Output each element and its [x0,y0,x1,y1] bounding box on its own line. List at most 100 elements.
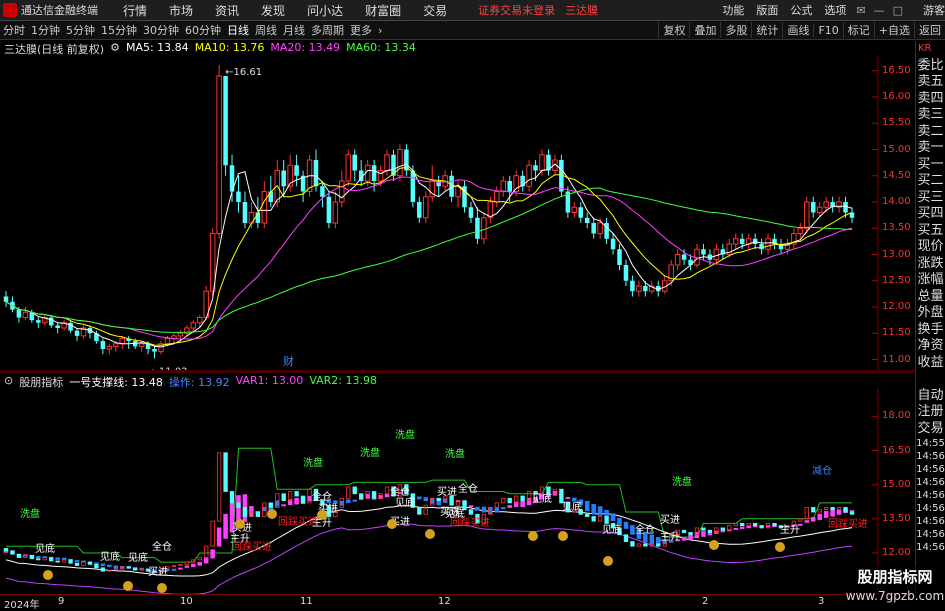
period-more[interactable]: 更多 [347,22,375,38]
sidebar-tab-kr[interactable]: KR [916,41,945,58]
sidebar-item: 买三 [917,189,944,205]
sub-candle [507,497,512,504]
tool-mark[interactable]: 标记 [842,22,874,38]
tool-back[interactable]: 返回 [914,22,945,38]
menu-item-trade[interactable]: 交易 [423,2,447,19]
signal-label: 洗盘 [395,428,415,441]
price-tick-label: 16.00 [882,91,911,102]
candlestick-chart[interactable]: ←16.61 ←11.02 财 [0,55,882,370]
signal-label: 买进 [440,506,460,518]
sidebar-item: 买一 [917,156,944,172]
tool-multi-stock[interactable]: 多股 [720,22,751,38]
sub-candle [585,513,590,517]
sub-candle [843,507,848,513]
operate-bar [701,531,706,537]
minimize-icon[interactable]: — [874,4,885,17]
signal-label: 回踩买进 [232,541,272,553]
money-bag-icon [528,531,538,541]
sub-candle [126,566,131,569]
sub-candle [468,509,474,515]
operate-bar [817,513,822,520]
sidebar-item: 买二 [917,173,944,188]
signal-label: 洗盘 [360,446,380,459]
operate-bar [481,506,487,513]
sub-candle [74,562,80,566]
indicator-chart[interactable]: 洗盘洗盘洗盘洗盘洗盘洗盘减仓见底见底 见底见底见底见底见底见底 全仓全仓全仓全仓 全仓… [0,389,882,594]
operate-bar [171,568,177,571]
menu-item-function[interactable]: 功能 [722,2,744,18]
finance-marker[interactable]: 财 [283,354,294,368]
candle [216,64,222,239]
candle [804,196,810,234]
ma60-label: MA60: 13.34 [346,41,416,54]
period-15min[interactable]: 15分钟 [98,22,140,38]
sidebar-item: 卖一 [917,140,944,155]
message-icon[interactable]: ✉ [856,4,865,17]
current-stock-name: 三达膜 [565,4,599,17]
tool-draw[interactable]: 画线 [782,22,813,38]
sidebar-item: 总量 [917,288,944,304]
login-warning[interactable]: 证券交易未登录 [478,2,555,18]
sub-candle [49,557,54,562]
signal-label: 洗盘 [20,507,40,520]
sidebar-item: 买五 [917,222,944,238]
signal-label: 全仓 [152,540,172,553]
sub-candle [281,493,286,502]
tool-add-watchlist[interactable]: +自选 [873,22,914,38]
sub-candle [688,532,693,536]
operate-bar [423,497,429,502]
menu-item-market[interactable]: 市场 [169,2,193,19]
menu-item-quotes[interactable]: 行情 [123,2,147,19]
period-monthly[interactable]: 月线 [280,22,308,38]
ma10-label: MA10: 13.76 [194,41,265,54]
sidebar-item: 涨幅 [917,272,944,287]
operate-bar [830,509,835,517]
chevron-right-icon[interactable]: › [375,24,385,37]
price-tick-label: 14.00 [882,196,911,207]
menu-item-wealth[interactable]: 财富圈 [365,2,401,19]
signal-label: 洗盘 [303,456,323,469]
sub-candle [87,561,93,565]
var1-label: VAR1: 13.00 [235,374,304,387]
menu-item-options[interactable]: 选项 [824,2,846,18]
operate-label: 操作: 13.92 [168,376,230,389]
period-60min[interactable]: 60分钟 [182,22,224,38]
menu-item-ask[interactable]: 问小达 [307,2,343,19]
period-multi[interactable]: 多周期 [308,22,347,38]
price-tick-label: 11.00 [882,353,911,365]
indicator-toggle-icon[interactable]: ⊙ [4,374,13,388]
tool-stats[interactable]: 统计 [751,22,782,38]
period-5min[interactable]: 5分钟 [63,22,98,38]
sub-candle [740,522,745,527]
menu-item-discover[interactable]: 发现 [261,2,285,19]
maximize-icon[interactable]: □ [893,4,903,17]
menu-item-news[interactable]: 资讯 [215,2,239,19]
guest-label[interactable]: 游客 [923,2,945,18]
price-tick-label: 11.50 [882,327,911,339]
tool-adjust[interactable]: 复权 [658,22,689,38]
tool-f10[interactable]: F10 [813,23,842,37]
x-label-dec: 12 [438,596,451,607]
operate-bar [804,520,810,523]
operate-bar [739,526,745,530]
period-daily[interactable]: 日线 [224,22,252,38]
period-1min[interactable]: 1分钟 [28,22,63,38]
menu-item-layout[interactable]: 版面 [756,2,778,18]
period-timeshare[interactable]: 分时 [0,22,28,38]
period-30min[interactable]: 30分钟 [140,22,182,38]
sub-candle [223,452,228,492]
operate-bar [384,493,390,498]
indicator-tick-label: 15.00 [882,478,911,490]
sidebar-item [916,371,945,388]
signal-label: 洗盘 [445,447,465,460]
price-tick-label: 14.50 [882,169,911,181]
sub-candle [849,511,855,515]
menu-item-formula[interactable]: 公式 [790,2,812,18]
operate-bar [630,525,635,535]
tool-overlay[interactable]: 叠加 [689,22,720,38]
sub-candle [591,516,596,522]
period-weekly[interactable]: 周线 [252,22,280,38]
settings-icon[interactable]: ⚙ [110,41,120,55]
operate-bar [281,504,286,507]
sub-candle [681,529,687,533]
